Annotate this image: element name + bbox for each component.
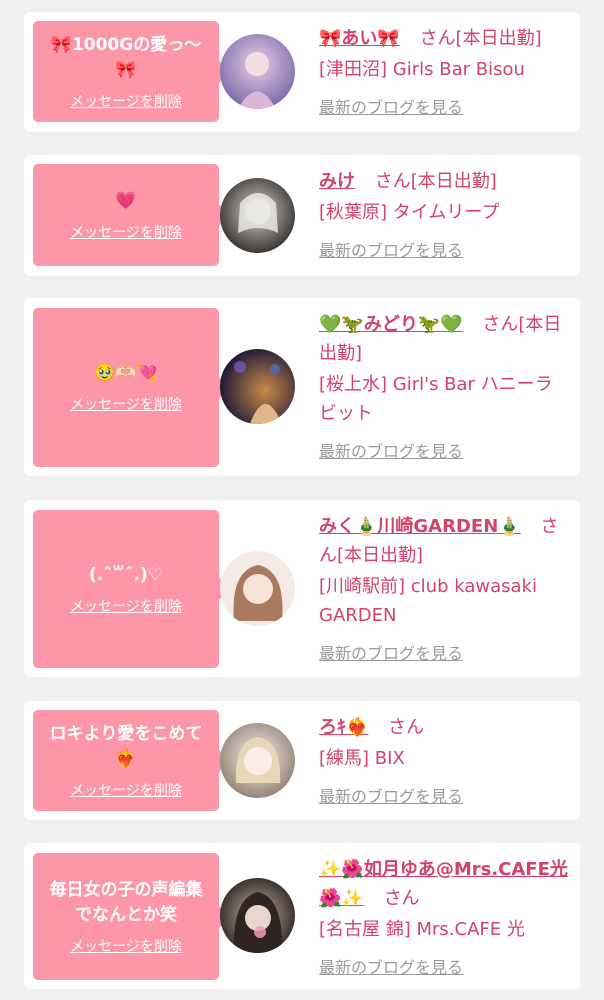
message-bubble: ロキより愛をこめて❤️‍🔥 メッセージを削除 (33, 710, 230, 811)
shop-label: [練馬] BIX (319, 748, 405, 769)
shop-label: [津田沼] Girls Bar Bisou (319, 59, 525, 80)
delete-message-link[interactable]: メッセージを削除 (70, 91, 182, 111)
latest-blog-link[interactable]: 最新のブログを見る (319, 93, 568, 122)
avatar[interactable] (220, 723, 295, 798)
cast-card: (.ˆ꒳ˆ.)♡ メッセージを削除 みく🎍川崎GARDEN🎍 さん[本日出勤] … (24, 500, 580, 677)
message-text: 🎀1000Gの愛っ〜🎀 (50, 34, 202, 80)
cast-name-link[interactable]: 🎀あい🎀 (319, 28, 400, 49)
message-bubble: (.ˆ꒳ˆ.)♡ メッセージを削除 (33, 510, 230, 668)
cast-name-link[interactable]: ✨🌺如月ゆあ@Mrs.CAFE光🌺✨ (319, 859, 568, 909)
cast-info: みけ さん[本日出勤] [秋葉原] タイムリープ 最新のブログを見る (319, 167, 568, 265)
cast-name-link[interactable]: みけ (319, 171, 355, 192)
cast-card: 🎀1000Gの愛っ〜🎀 メッセージを削除 🎀あい🎀 さん[本日出勤] [津田沼]… (24, 12, 580, 132)
cast-name-link[interactable]: みく🎍川崎GARDEN🎍 (319, 516, 521, 537)
cast-info: みく🎍川崎GARDEN🎍 さん[本日出勤] [川崎駅前] club kawasa… (319, 512, 568, 668)
delete-message-link[interactable]: メッセージを削除 (70, 780, 182, 800)
latest-blog-link[interactable]: 最新のブログを見る (319, 236, 568, 265)
latest-blog-link[interactable]: 最新のブログを見る (319, 639, 568, 668)
delete-message-link[interactable]: メッセージを削除 (70, 222, 182, 242)
shop-label: [秋葉原] タイムリープ (319, 202, 500, 223)
delete-message-link[interactable]: メッセージを削除 (70, 394, 182, 414)
message-text: ロキより愛をこめて❤️‍🔥 (49, 723, 203, 769)
cast-info: ろｷ❤️‍🔥 さん [練馬] BIX 最新のブログを見る (319, 713, 568, 811)
delete-message-link[interactable]: メッセージを削除 (70, 596, 182, 616)
message-bubble: 毎日女の子の声編集でなんとか笑 メッセージを削除 (33, 853, 230, 980)
avatar-image (220, 34, 295, 109)
avatar[interactable] (220, 178, 295, 253)
latest-blog-link[interactable]: 最新のブログを見る (319, 953, 568, 982)
honorific-status: さん[本日出勤] (374, 171, 497, 192)
cast-card: 🥹🫶🏻💘 メッセージを削除 💚🦖みどり🦖💚 さん[本日出勤] [桜上水] Gir… (24, 298, 580, 476)
message-text: 毎日女の子の声編集でなんとか笑 (49, 879, 203, 925)
avatar-image (220, 723, 295, 798)
cast-card: ロキより愛をこめて❤️‍🔥 メッセージを削除 ろｷ❤️‍🔥 さん [練馬] BI… (24, 701, 580, 820)
message-bubble: 🥹🫶🏻💘 メッセージを削除 (33, 308, 230, 467)
shop-label: [名古屋 錦] Mrs.CAFE 光 (319, 919, 525, 940)
message-text: (.ˆ꒳ˆ.)♡ (89, 564, 163, 585)
cast-info: 💚🦖みどり🦖💚 さん[本日出勤] [桜上水] Girl's Bar ハニーラビッ… (319, 310, 568, 466)
honorific-status: さん (383, 888, 420, 909)
avatar[interactable] (220, 878, 295, 953)
avatar-image (220, 551, 295, 626)
cast-name-link[interactable]: 💚🦖みどり🦖💚 (319, 314, 463, 335)
message-bubble: 💗 メッセージを削除 (33, 164, 230, 266)
avatar-image (220, 349, 295, 424)
message-bubble: 🎀1000Gの愛っ〜🎀 メッセージを削除 (33, 21, 230, 122)
avatar-image (220, 878, 295, 953)
avatar[interactable] (220, 551, 295, 626)
delete-message-link[interactable]: メッセージを削除 (70, 936, 182, 956)
shop-label: [桜上水] Girl's Bar ハニーラビット (319, 374, 553, 424)
cast-name-link[interactable]: ろｷ❤️‍🔥 (319, 717, 368, 738)
cast-card: 毎日女の子の声編集でなんとか笑 メッセージを削除 ✨🌺如月ゆあ@Mrs.CAFE… (24, 843, 580, 989)
avatar[interactable] (220, 349, 295, 424)
latest-blog-link[interactable]: 最新のブログを見る (319, 782, 568, 811)
message-text: 💗 (115, 190, 137, 211)
message-text: 🥹🫶🏻💘 (94, 363, 158, 383)
latest-blog-link[interactable]: 最新のブログを見る (319, 437, 568, 466)
shop-label: [川崎駅前] club kawasaki GARDEN (319, 576, 537, 626)
cast-card: 💗 メッセージを削除 みけ さん[本日出勤] [秋葉原] タイムリープ 最新のブ… (24, 155, 580, 276)
honorific-status: さん (388, 717, 425, 738)
avatar-image (220, 178, 295, 253)
honorific-status: さん[本日出勤] (419, 28, 542, 49)
cast-info: 🎀あい🎀 さん[本日出勤] [津田沼] Girls Bar Bisou 最新のブ… (319, 24, 568, 122)
cast-info: ✨🌺如月ゆあ@Mrs.CAFE光🌺✨ さん [名古屋 錦] Mrs.CAFE 光… (319, 855, 568, 982)
avatar[interactable] (220, 34, 295, 109)
